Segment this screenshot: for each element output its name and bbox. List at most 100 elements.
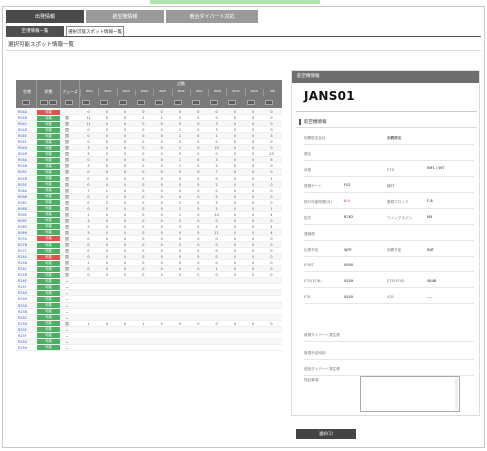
tab-aircraft[interactable]: 航空機情報 bbox=[86, 10, 164, 23]
status-badge: 可能 bbox=[37, 109, 60, 115]
field-label: 飛行可能時間(分) bbox=[304, 200, 332, 204]
main-tabs: 出発情報 航空機情報 競合ダイバート対応 bbox=[6, 10, 258, 23]
status-badge: 可能 bbox=[37, 248, 60, 254]
sort-button[interactable] bbox=[100, 100, 109, 105]
scrollbar[interactable] bbox=[455, 378, 458, 410]
status-badge: 可能 bbox=[37, 145, 60, 151]
status-badge: 可能 bbox=[37, 254, 60, 260]
status-badge: 可能 bbox=[37, 242, 60, 248]
status-badge: 可能 bbox=[37, 303, 60, 308]
sort-button[interactable] bbox=[49, 100, 57, 105]
status-badge: 可能 bbox=[37, 139, 60, 145]
field-label: 便名 bbox=[304, 152, 312, 156]
divider bbox=[304, 303, 474, 304]
field-label: 特記事項 bbox=[304, 378, 319, 382]
panel-header: 航空機情報 bbox=[292, 71, 479, 83]
sort-button[interactable] bbox=[173, 100, 182, 105]
divider bbox=[304, 271, 474, 272]
field-label: ATA bbox=[387, 295, 394, 299]
subheader-cell: WG4 bbox=[134, 89, 153, 96]
sort-button[interactable] bbox=[82, 100, 90, 105]
field-label: 新規ダイバート発生便 bbox=[304, 333, 340, 337]
sort-button[interactable] bbox=[191, 100, 200, 105]
divider bbox=[304, 224, 474, 225]
status-badge: 可能 bbox=[37, 278, 60, 284]
field-label: ETD(EOB) bbox=[304, 279, 322, 283]
divider bbox=[304, 160, 474, 161]
field-label: 前回ダイバート発生便 bbox=[304, 367, 340, 371]
status-badge: 可能 bbox=[37, 230, 60, 236]
sort-button[interactable] bbox=[118, 100, 127, 105]
sort-button[interactable] bbox=[136, 100, 145, 105]
sort-button[interactable] bbox=[265, 100, 273, 105]
sort-button[interactable] bbox=[65, 100, 73, 105]
status-badge: 可能 bbox=[37, 290, 60, 296]
sort-button[interactable] bbox=[246, 100, 255, 105]
sort-button[interactable] bbox=[40, 100, 48, 105]
status-badge: 可能 bbox=[37, 115, 60, 121]
col-divider bbox=[60, 80, 61, 108]
field-value: ---- bbox=[427, 295, 433, 299]
divider bbox=[304, 287, 474, 288]
subtab-spot-list[interactable]: 選択可能スポット情報一覧 bbox=[66, 26, 124, 36]
status-badge: 可能 bbox=[37, 327, 60, 333]
status-badge: 可能 bbox=[37, 157, 60, 163]
status-badge: 可能 bbox=[37, 345, 60, 351]
status-badge: 可能 bbox=[37, 212, 60, 218]
sort-button[interactable] bbox=[210, 100, 219, 105]
top-accent bbox=[150, 0, 320, 4]
status-badge: 可能 bbox=[37, 236, 60, 242]
status-badge: 可能 bbox=[37, 333, 60, 339]
field-label: 状態 bbox=[304, 168, 312, 172]
field-label: 連絡便 bbox=[304, 232, 315, 236]
status-badge: 可能 bbox=[37, 121, 60, 127]
field-label: ETD bbox=[387, 168, 395, 172]
table-body: R04A 可能 0 0 0 0 0 0 0 0 0 0 0 R04B 可能国 11 0 0 2 1 3 0 0 0 0 0 R04C… bbox=[16, 109, 282, 351]
sort-button[interactable] bbox=[228, 100, 237, 105]
field-value: 到着便名 bbox=[387, 136, 402, 140]
field-label: ETD(EOB) bbox=[387, 279, 405, 283]
header-spot: 空港 bbox=[23, 89, 31, 94]
section-marker bbox=[299, 119, 301, 125]
subheader-cell: WE bbox=[263, 89, 281, 96]
status-badge: 可能 bbox=[37, 266, 60, 272]
sort-button[interactable] bbox=[22, 100, 30, 105]
table-row[interactable]: R25H 可能 — bbox=[16, 345, 282, 351]
spot-link[interactable]: R25H bbox=[18, 345, 36, 351]
divider bbox=[304, 341, 474, 342]
table-header: 空港 状態 フェーズ 点数 WG1 WG2 WG3 WG4 WG5 WG6 WG7 WG8 WG… bbox=[16, 80, 282, 108]
field-value: 0848 bbox=[427, 279, 437, 283]
tab-divert[interactable]: 競合ダイバート対応 bbox=[166, 10, 258, 23]
status-badge: 可能 bbox=[37, 182, 60, 188]
field-value: INFL / INT bbox=[427, 166, 445, 170]
remarks-textarea[interactable] bbox=[360, 376, 460, 412]
tab-departure[interactable]: 出発情報 bbox=[6, 10, 84, 23]
field-value: 0509 bbox=[344, 279, 354, 283]
status-badge: 可能 bbox=[37, 206, 60, 212]
field-label: 搭乗ゲート bbox=[304, 184, 322, 188]
status-badge: 可能 bbox=[37, 272, 60, 278]
status-badge: 可能 bbox=[37, 260, 60, 266]
field-label: 機材 bbox=[387, 184, 395, 188]
field-label: 到着予定 bbox=[387, 248, 402, 252]
field-label: 出発予定 bbox=[304, 248, 319, 252]
field-value: M4 bbox=[427, 215, 433, 219]
field-label: EOBT bbox=[304, 263, 314, 267]
status-badge: 可能 bbox=[37, 284, 60, 290]
sort-button[interactable] bbox=[155, 100, 164, 105]
field-value: F02 bbox=[344, 183, 351, 187]
subtab-airport-list[interactable]: 空港情報一覧 bbox=[6, 26, 64, 36]
page-title: 選択可能スポット情報一覧 bbox=[8, 42, 75, 48]
section-title: 航空機情報 bbox=[304, 120, 327, 125]
divider bbox=[304, 240, 474, 241]
field-value: INJT bbox=[427, 248, 435, 252]
select-button[interactable]: 選択(1) bbox=[296, 429, 356, 439]
status-badge: 可能 bbox=[37, 169, 60, 175]
field-label: 到着航空会社 bbox=[304, 136, 326, 140]
phase-cell: — bbox=[65, 345, 69, 350]
field-value: 0505 bbox=[344, 295, 354, 299]
divider bbox=[304, 176, 474, 177]
field-value: B762 bbox=[344, 215, 354, 219]
subheader-cell: WG7 bbox=[189, 89, 208, 96]
status-badge: 可能 bbox=[37, 315, 60, 321]
